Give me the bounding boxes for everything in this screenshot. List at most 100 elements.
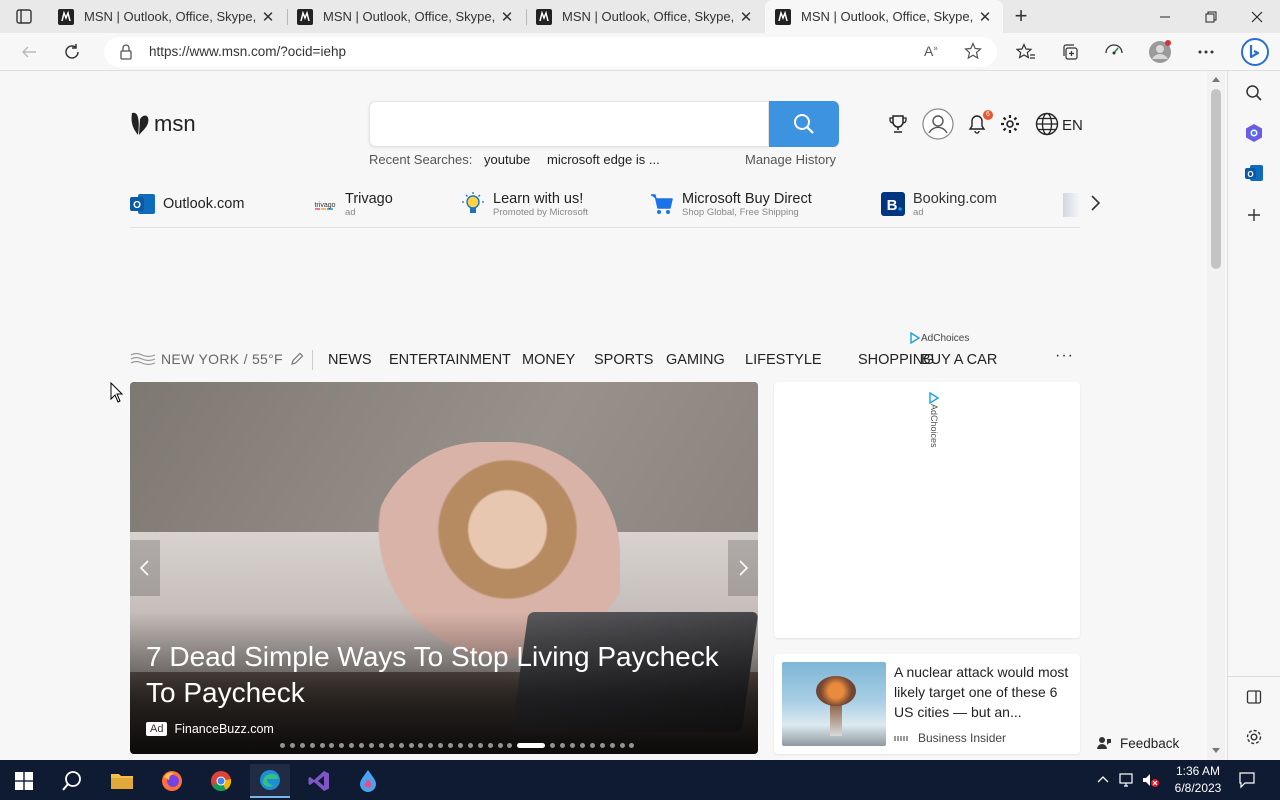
carousel-dot[interactable] bbox=[418, 742, 424, 748]
nav-entertainment[interactable]: ENTERTAINMENT bbox=[389, 352, 511, 368]
sidebar-settings-icon[interactable] bbox=[1242, 725, 1266, 749]
feedback-button[interactable]: Feedback bbox=[1090, 733, 1186, 753]
sidebar-add-icon[interactable] bbox=[1242, 203, 1266, 227]
back-icon[interactable] bbox=[14, 37, 44, 67]
weather-location[interactable]: NEW YORK / 55°F bbox=[130, 351, 305, 367]
carousel-dot[interactable] bbox=[369, 742, 375, 748]
close-tab-icon[interactable]: ✕ bbox=[977, 9, 993, 26]
adchoices-vertical[interactable]: AdChoices bbox=[928, 392, 940, 448]
carousel-dot[interactable] bbox=[560, 742, 566, 748]
nav-gaming[interactable]: GAMING bbox=[666, 352, 725, 368]
nav-more-icon[interactable]: ··· bbox=[1055, 347, 1074, 365]
hero-headline[interactable]: 7 Dead Simple Ways To Stop Living Payche… bbox=[146, 639, 746, 711]
browser-tab-1[interactable]: MSN | Outlook, Office, Skype, Bing ✕ bbox=[48, 0, 286, 33]
carousel-dot[interactable] bbox=[339, 742, 345, 748]
sign-in-avatar-icon[interactable] bbox=[922, 108, 954, 140]
collections-icon[interactable] bbox=[1055, 37, 1085, 67]
network-icon[interactable] bbox=[1118, 772, 1136, 788]
nav-money[interactable]: MONEY bbox=[522, 352, 575, 368]
carousel-dot[interactable] bbox=[448, 742, 454, 748]
sidebar-discover-icon[interactable] bbox=[1242, 121, 1266, 145]
carousel-dot[interactable] bbox=[388, 742, 394, 748]
quick-link-trivago[interactable]: trivago Trivago ad bbox=[312, 185, 392, 223]
carousel-dot[interactable] bbox=[398, 742, 404, 748]
visual-studio-icon[interactable] bbox=[299, 764, 339, 798]
carousel-indicators[interactable] bbox=[280, 742, 639, 748]
edit-pencil-icon[interactable] bbox=[289, 351, 305, 367]
quick-links-next-chevron-icon[interactable] bbox=[1089, 193, 1105, 217]
favorite-star-icon[interactable] bbox=[964, 42, 982, 65]
refresh-icon[interactable] bbox=[57, 37, 87, 67]
carousel-dot[interactable] bbox=[428, 742, 434, 748]
side-ad-slot[interactable]: AdChoices bbox=[774, 382, 1080, 638]
favorites-icon[interactable] bbox=[1011, 37, 1041, 67]
carousel-dot[interactable] bbox=[487, 742, 493, 748]
recent-search-item[interactable]: microsoft edge is ... bbox=[547, 152, 660, 167]
manage-history-link[interactable]: Manage History bbox=[745, 152, 836, 167]
nav-news[interactable]: NEWS bbox=[328, 352, 372, 368]
carousel-dot[interactable] bbox=[467, 742, 473, 748]
carousel-dot[interactable] bbox=[299, 742, 305, 748]
carousel-dot[interactable] bbox=[589, 742, 595, 748]
sidebar-search-icon[interactable] bbox=[1242, 81, 1266, 105]
carousel-dot[interactable] bbox=[517, 742, 546, 748]
chrome-icon[interactable] bbox=[201, 764, 241, 798]
news-card[interactable]: A nuclear attack would most likely targe… bbox=[774, 654, 1080, 754]
profile-avatar[interactable] bbox=[1145, 37, 1175, 67]
read-aloud-icon[interactable]: A» bbox=[924, 43, 938, 59]
carousel-dot[interactable] bbox=[319, 742, 325, 748]
recent-search-item[interactable]: youtube bbox=[484, 152, 530, 167]
carousel-dot[interactable] bbox=[458, 742, 464, 748]
minimize-icon[interactable] bbox=[1142, 0, 1188, 33]
search-input[interactable] bbox=[369, 101, 769, 147]
news-title[interactable]: A nuclear attack would most likely targe… bbox=[894, 662, 1076, 722]
carousel-dot[interactable] bbox=[619, 742, 625, 748]
carousel-dot[interactable] bbox=[408, 742, 414, 748]
lock-icon[interactable] bbox=[119, 44, 133, 65]
bing-chat-icon[interactable] bbox=[1238, 35, 1272, 69]
tab-actions-icon[interactable] bbox=[10, 7, 38, 27]
msn-logo[interactable]: msn bbox=[128, 109, 196, 139]
nav-sports[interactable]: SPORTS bbox=[594, 352, 653, 368]
restore-icon[interactable] bbox=[1188, 0, 1234, 33]
performance-icon[interactable] bbox=[1099, 37, 1129, 67]
scroll-up-icon[interactable] bbox=[1211, 75, 1221, 83]
sidebar-layout-icon[interactable] bbox=[1242, 685, 1266, 709]
carousel-dot[interactable] bbox=[438, 742, 444, 748]
carousel-dot[interactable] bbox=[280, 742, 285, 748]
action-center-icon[interactable] bbox=[1238, 771, 1256, 789]
settings-more-icon[interactable] bbox=[1191, 37, 1221, 67]
close-tab-icon[interactable]: ✕ bbox=[738, 9, 754, 26]
volume-muted-icon[interactable] bbox=[1141, 772, 1161, 788]
quick-link-outlook[interactable]: O Outlook.com bbox=[130, 185, 244, 223]
new-tab-icon[interactable]: + bbox=[1008, 4, 1034, 30]
quick-link-buy-direct[interactable]: Microsoft Buy Direct Shop Global, Free Sh… bbox=[649, 185, 812, 223]
browser-tab-3[interactable]: MSN | Outlook, Office, Skype, Bing ✕ bbox=[526, 0, 764, 33]
browser-tab-2[interactable]: MSN | Outlook, Office, Skype, Bing ✕ bbox=[287, 0, 525, 33]
carousel-dot[interactable] bbox=[599, 742, 605, 748]
quick-link-learn[interactable]: Learn with us! Promoted by Microsoft bbox=[460, 185, 588, 223]
carousel-dot[interactable] bbox=[550, 742, 556, 748]
carousel-dot[interactable] bbox=[609, 742, 615, 748]
carousel-prev-icon[interactable] bbox=[130, 540, 160, 596]
scroll-down-icon[interactable] bbox=[1211, 747, 1221, 755]
carousel-dot[interactable] bbox=[497, 742, 503, 748]
nav-buy-a-car[interactable]: BUY A CAR bbox=[921, 352, 997, 368]
close-tab-icon[interactable]: ✕ bbox=[499, 9, 515, 26]
close-window-icon[interactable] bbox=[1234, 0, 1280, 33]
carousel-next-icon[interactable] bbox=[728, 540, 758, 596]
language-label[interactable]: EN bbox=[1062, 117, 1083, 134]
carousel-dot[interactable] bbox=[289, 742, 295, 748]
edge-taskbar-icon[interactable] bbox=[250, 764, 290, 798]
scroll-thumb[interactable] bbox=[1211, 89, 1221, 269]
carousel-dot[interactable] bbox=[309, 742, 315, 748]
nav-lifestyle[interactable]: LIFESTYLE bbox=[745, 352, 822, 368]
taskbar-search-icon[interactable] bbox=[52, 764, 92, 798]
address-bar[interactable]: https://www.msn.com/?ocid=iehp A» bbox=[104, 37, 997, 67]
windows-start-icon[interactable] bbox=[4, 764, 44, 798]
browser-tab-4-active[interactable]: MSN | Outlook, Office, Skype, Bing ✕ bbox=[765, 0, 1003, 33]
carousel-dot[interactable] bbox=[359, 742, 365, 748]
language-globe-icon[interactable] bbox=[1034, 111, 1060, 137]
file-explorer-icon[interactable] bbox=[102, 764, 142, 798]
firefox-icon[interactable] bbox=[152, 764, 192, 798]
